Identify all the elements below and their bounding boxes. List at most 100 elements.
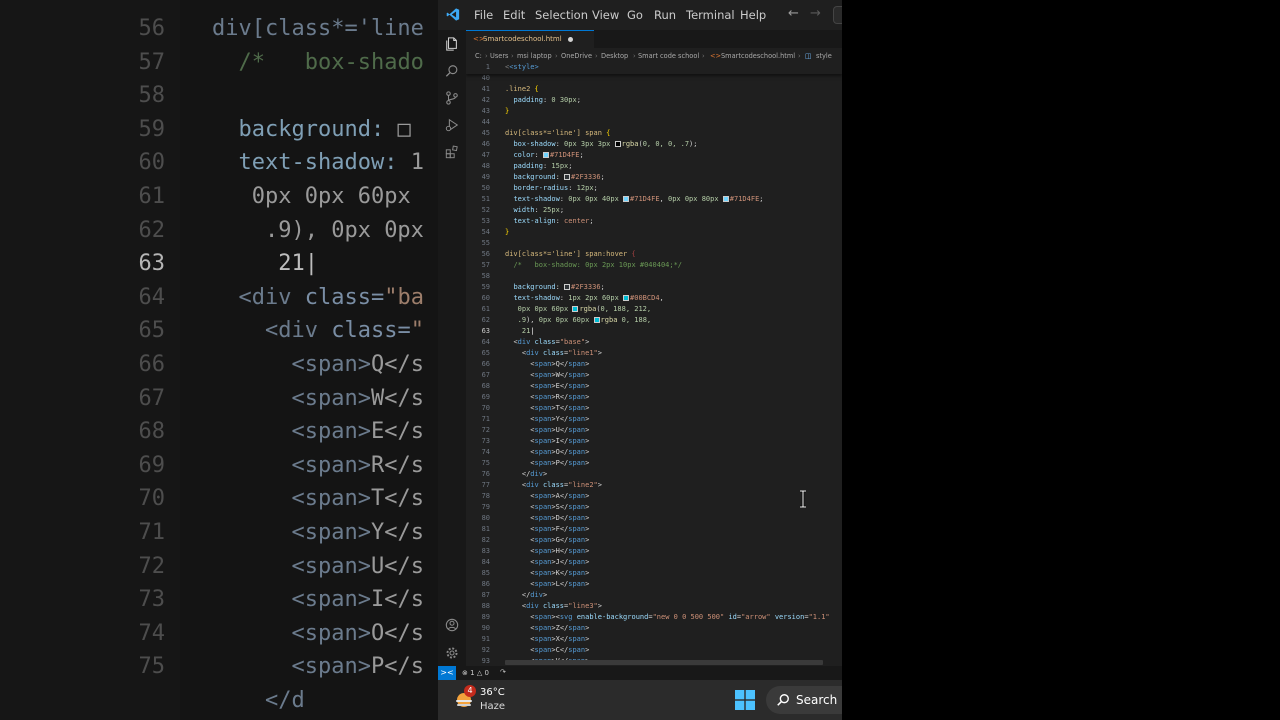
code-line[interactable]: 0px 0px 60px rgba(0, 188, 212, [505,304,651,315]
breadcrumb-users[interactable]: Users [490,52,508,60]
code-line[interactable]: <span>R</span> [505,392,589,403]
code-line[interactable]: <span>Z</span> [505,623,589,634]
code-line[interactable]: div[class*='line'] span:hover { [505,249,636,260]
extensions-icon[interactable] [445,145,459,159]
code-line[interactable]: <span>X</span> [505,634,589,645]
code-line[interactable]: border-radius: 12px; [505,183,597,194]
code-line[interactable]: box-shadow: 0px 3px 3px rgba(0, 0, 0, .7… [505,139,697,150]
code-line[interactable]: <div class="line2"> [505,480,602,491]
forward-arrow-icon[interactable]: → [810,6,821,21]
code-line[interactable]: <div class="line3"> [505,601,602,612]
breadcrumb-onedrive[interactable]: OneDrive [561,52,592,60]
menu-go[interactable]: Go [627,8,643,22]
code-line[interactable]: <span>J</span> [505,557,589,568]
breadcrumb-desktop[interactable]: Desktop [601,52,628,60]
code-line[interactable]: text-shadow: 0px 0px 40px #71D4FE, 0px 0… [505,194,763,205]
line-number: 54 [481,228,490,236]
code-line[interactable]: padding: 15px; [505,161,572,172]
search-icon[interactable] [445,64,459,78]
back-arrow-icon[interactable]: ← [788,6,799,21]
code-line[interactable]: <span>F</span> [505,524,589,535]
ports-icon[interactable]: ↷ [500,668,506,676]
breadcrumb-file[interactable]: Smartcodeschool.html [721,52,795,60]
menu-selection[interactable]: Selection [535,8,588,22]
code-line[interactable]: <span><svg enable-background="new 0 0 50… [505,612,829,623]
code-line[interactable]: </div> [505,469,547,480]
account-icon[interactable] [445,618,459,632]
settings-gear-icon[interactable] [445,646,459,660]
code-line[interactable]: color: #71D4FE; [505,150,583,161]
problems-indicator[interactable]: ⊗ 1 △ 0 [462,669,489,677]
source-control-icon[interactable] [445,91,459,105]
menu-help[interactable]: Help [740,8,766,22]
code-line[interactable]: <span>I</span> [505,436,589,447]
code-line[interactable]: <span>Q</span> [505,359,589,370]
explorer-icon[interactable] [445,37,459,51]
title-bar: File Edit Selection View Go Run Terminal… [438,0,842,30]
code-line[interactable]: background: #2F3336; [505,172,604,183]
code-line[interactable]: </div> [505,590,547,601]
code-line[interactable]: <span>W</span> [505,370,589,381]
code-line[interactable]: padding: 0 30px; [505,95,580,106]
line-number: 82 [481,536,490,544]
weather-condition[interactable]: Haze [480,701,505,712]
tab-smartcodeschool-html[interactable]: <> Smartcodeschool.html [466,30,594,48]
code-line[interactable]: <span>H</span> [505,546,589,557]
menu-edit[interactable]: Edit [503,8,525,22]
line-number: 81 [481,525,490,533]
horizontal-scrollbar[interactable] [505,660,823,665]
activity-bar [438,30,466,666]
command-center-search[interactable] [833,6,842,24]
remote-indicator-button[interactable]: >< [438,666,456,680]
line-number: 64 [481,338,490,346]
code-line[interactable]: width: 25px; [505,205,564,216]
code-line[interactable]: <span>A</span> [505,491,589,502]
code-line[interactable]: .9), 0px 0px 60px rgba 0, 188, [505,315,651,326]
code-line[interactable]: <span>K</span> [505,568,589,579]
code-line[interactable]: <span>C</span> [505,645,589,656]
code-line[interactable]: text-shadow: 1px 2px 60px #00BCD4, [505,293,663,304]
breadcrumb-drive[interactable]: C: [475,52,482,60]
code-line[interactable]: text-align: center; [505,216,593,227]
taskbar-search-button[interactable]: Search [766,686,842,714]
code-line[interactable]: <span>G</span> [505,535,589,546]
line-number: 75 [481,459,490,467]
code-line[interactable]: .line2 { [505,84,539,95]
warning-icon: △ [476,669,483,677]
code-line[interactable]: <span>U</span> [505,425,589,436]
code-line[interactable]: <span>S</span> [505,502,589,513]
code-line[interactable]: <span>L</span> [505,579,589,590]
line-number: 45 [481,129,490,137]
line-number: 53 [481,217,490,225]
code-line[interactable]: <div class="line1"> [505,348,602,359]
line-number: 92 [481,646,490,654]
breadcrumb-symbol[interactable]: style [816,52,832,60]
menu-terminal[interactable]: Terminal [686,8,735,22]
unsaved-dot-icon[interactable] [568,37,573,42]
weather-temperature[interactable]: 36°C [480,687,505,698]
code-line[interactable]: } [505,106,509,117]
code-line[interactable]: div[class*='line'] span { [505,128,610,139]
line-number: 77 [481,481,490,489]
menu-view[interactable]: View [592,8,619,22]
line-number: 58 [481,272,490,280]
code-line[interactable]: <div class="base"> [505,337,589,348]
breadcrumb-folder[interactable]: Smart code school [638,52,699,60]
code-line[interactable]: <span>Y</span> [505,414,589,425]
breadcrumb-user[interactable]: msi laptop [517,52,552,60]
code-line[interactable]: <span>O</span> [505,447,589,458]
run-debug-icon[interactable] [445,118,459,132]
sticky-scroll-header[interactable]: 1 <<style> [466,62,842,74]
code-line[interactable]: <span>E</span> [505,381,589,392]
code-editor[interactable]: 1 <<style> 40 41 .line2 {42 padding: 0 30p… [466,62,842,666]
code-line[interactable]: } [505,227,509,238]
code-line[interactable]: background: #2F3336; [505,282,604,293]
code-line[interactable]: <span>P</span> [505,458,589,469]
code-line[interactable]: <span>T</span> [505,403,589,414]
windows-start-icon[interactable] [735,690,755,710]
code-line[interactable]: 21| [505,326,535,337]
menu-run[interactable]: Run [654,8,676,22]
code-line[interactable]: /* box-shadow: 0px 2px 10px #040404;*/ [505,260,682,271]
code-line[interactable]: <span>D</span> [505,513,589,524]
menu-file[interactable]: File [474,8,493,22]
